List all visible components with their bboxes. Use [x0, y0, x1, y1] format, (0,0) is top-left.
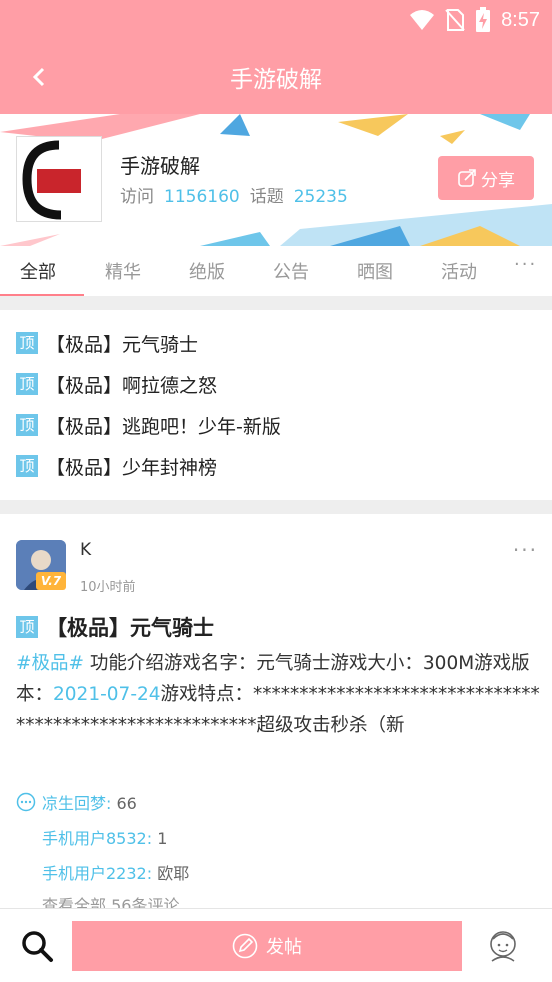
- pinned-item[interactable]: 顶 【极品】元气骑士: [16, 328, 198, 358]
- visits-count: 1156160: [164, 187, 240, 207]
- page-title: 手游破解: [230, 67, 322, 93]
- wifi-icon: [410, 10, 435, 30]
- post-card[interactable]: V.7 K 10小时前 ··· 顶 【极品】元气骑士 #极品# 功能介绍游戏名字…: [0, 514, 552, 908]
- tab-announcements[interactable]: 公告: [273, 258, 309, 284]
- forum-name: 手游破解: [120, 154, 200, 178]
- post-author[interactable]: K: [80, 540, 91, 560]
- search-button[interactable]: [20, 929, 54, 963]
- share-label: 分享: [481, 170, 515, 191]
- pinned-badge: 顶: [16, 455, 38, 477]
- status-time: 8:57: [501, 8, 540, 31]
- new-post-label: 发帖: [266, 937, 302, 958]
- post-date: 2021-07-24: [53, 684, 161, 705]
- forum-logo: [16, 136, 102, 222]
- post-body[interactable]: #极品# 功能介绍游戏名字：元气骑士游戏大小：300M游戏版本：2021-07-…: [16, 648, 540, 742]
- pinned-item[interactable]: 顶 【极品】逃跑吧！少年-新版: [16, 410, 281, 440]
- pinned-badge: 顶: [16, 414, 38, 436]
- tab-photos[interactable]: 晒图: [357, 258, 393, 284]
- tabs-more-icon[interactable]: ···: [514, 254, 537, 275]
- comment-text: 1: [152, 829, 168, 848]
- view-all-comments[interactable]: 查看全部 56条评论: [42, 892, 179, 908]
- forum-header: 手游破解 访问 1156160 话题 25235 分享: [0, 114, 552, 246]
- status-bar: 8:57: [0, 0, 552, 40]
- title-bar: 手游破解: [0, 40, 552, 114]
- battery-charging-icon: [476, 7, 491, 32]
- post-title-row[interactable]: 顶 【极品】元气骑士: [16, 612, 214, 642]
- pinned-item[interactable]: 顶 【极品】少年封神榜: [16, 451, 217, 481]
- topics-count: 25235: [293, 187, 348, 207]
- level-badge: V.7: [36, 572, 66, 590]
- bottom-bar: 发帖: [0, 908, 552, 982]
- comment-item: 凉生回梦: 66: [42, 790, 137, 814]
- profile-button[interactable]: [486, 927, 520, 963]
- share-button[interactable]: 分享: [438, 156, 534, 200]
- comment-author[interactable]: 手机用户2232:: [42, 864, 152, 883]
- pinned-title: 【极品】逃跑吧！少年-新版: [46, 415, 281, 438]
- post-title: 【极品】元气骑士: [46, 616, 214, 640]
- edit-icon: [232, 933, 258, 959]
- pinned-badge: 顶: [16, 373, 38, 395]
- tab-bar: 全部 精华 绝版 公告 晒图 活动 ···: [0, 246, 552, 297]
- new-post-button[interactable]: 发帖: [72, 921, 462, 971]
- comment-item: 手机用户8532: 1: [42, 825, 167, 849]
- tab-events[interactable]: 活动: [441, 258, 477, 284]
- pinned-title: 【极品】元气骑士: [46, 333, 199, 356]
- comment-text: 66: [111, 794, 137, 813]
- comment-item: 手机用户2232: 欧耶: [42, 860, 189, 884]
- comment-icon: [16, 792, 36, 812]
- pinned-badge: 顶: [16, 616, 38, 638]
- section-divider: [0, 500, 552, 514]
- share-icon: [458, 169, 476, 187]
- pinned-title: 【极品】啊拉德之怒: [46, 374, 218, 397]
- comment-author[interactable]: 凉生回梦:: [42, 794, 111, 813]
- pinned-item[interactable]: 顶 【极品】啊拉德之怒: [16, 369, 217, 399]
- post-more-icon[interactable]: ···: [513, 538, 538, 562]
- visits-label: 访问: [120, 187, 154, 207]
- tab-all[interactable]: 全部: [20, 258, 56, 284]
- forum-stats: 访问 1156160 话题 25235: [120, 182, 358, 207]
- tab-featured[interactable]: 精华: [105, 258, 141, 284]
- face-icon: [490, 931, 516, 962]
- comment-text: 欧耶: [152, 864, 190, 883]
- pinned-title: 【极品】少年封神榜: [46, 456, 218, 479]
- tab-rare[interactable]: 绝版: [189, 258, 225, 284]
- pinned-badge: 顶: [16, 332, 38, 354]
- comment-author[interactable]: 手机用户8532:: [42, 829, 152, 848]
- post-tag[interactable]: #极品#: [16, 653, 84, 674]
- status-icons: 8:57: [409, 6, 540, 34]
- topics-label: 话题: [249, 187, 284, 207]
- search-icon: [22, 931, 53, 962]
- post-time: 10小时前: [80, 580, 136, 595]
- pinned-list: 顶 【极品】元气骑士 顶 【极品】啊拉德之怒 顶 【极品】逃跑吧！少年-新版 顶…: [0, 310, 552, 500]
- no-sim-icon: [445, 9, 465, 31]
- section-divider: [0, 296, 552, 310]
